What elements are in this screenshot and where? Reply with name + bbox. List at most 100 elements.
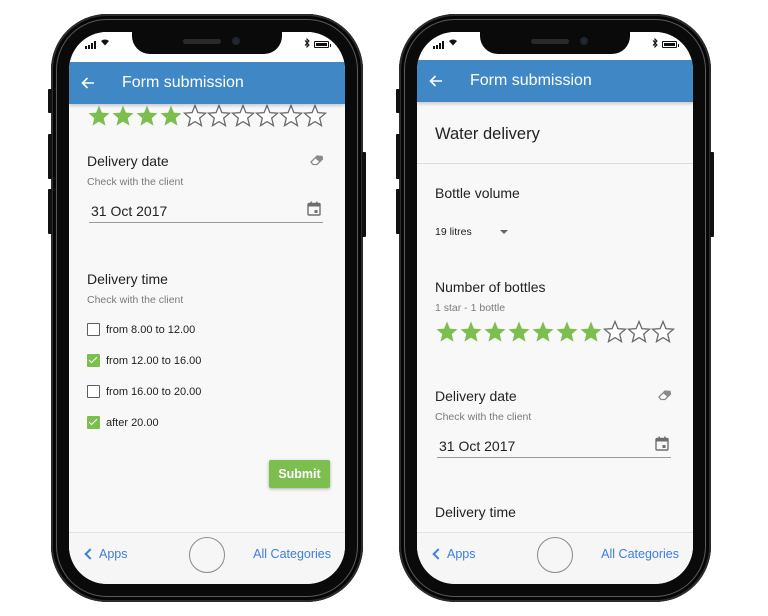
divider — [417, 163, 693, 164]
screen: Form submission Delivery date Check with… — [69, 32, 345, 584]
star-filled-icon[interactable] — [555, 320, 579, 344]
bottle-volume-title: Bottle volume — [435, 185, 520, 201]
home-button[interactable] — [537, 537, 573, 573]
bottom-bar: Apps All Categories — [69, 532, 345, 584]
app-bar-title: Form submission — [122, 74, 244, 91]
field-help: Check with the client — [87, 176, 184, 188]
checkbox-option[interactable]: from 12.00 to 16.00 — [87, 345, 327, 376]
star-empty-icon[interactable] — [651, 320, 675, 344]
app-bar: Form submission — [69, 62, 345, 104]
volume-down-button — [396, 189, 400, 234]
field-title: Delivery time — [435, 504, 516, 520]
star-empty-icon[interactable] — [207, 104, 231, 128]
all-categories-link[interactable]: All Categories — [601, 547, 679, 561]
chevron-left-icon — [84, 548, 96, 560]
camera — [232, 37, 240, 45]
bottom-bar: Apps All Categories — [417, 532, 693, 584]
wifi-icon — [448, 38, 458, 49]
volume-up-button — [48, 134, 52, 179]
speaker — [183, 39, 221, 44]
app-bar: Form submission — [417, 60, 693, 102]
field-title: Delivery date — [435, 388, 517, 404]
star-filled-icon[interactable] — [507, 320, 531, 344]
notch — [480, 32, 630, 54]
delivery-date-section: Delivery date Check with the client 31 O… — [435, 388, 675, 458]
bottles-rating-stars[interactable] — [435, 320, 675, 344]
star-empty-icon[interactable] — [627, 320, 651, 344]
checkbox-option[interactable]: after 20.00 — [87, 407, 327, 438]
checkbox[interactable] — [87, 323, 100, 336]
date-value: 31 Oct 2017 — [91, 203, 168, 219]
arrow-left-icon[interactable] — [429, 73, 451, 90]
wifi-icon — [100, 38, 110, 49]
mute-switch — [48, 89, 52, 113]
app-bar-title: Form submission — [470, 72, 592, 89]
checkbox[interactable] — [87, 354, 100, 367]
star-filled-icon[interactable] — [87, 104, 111, 128]
checkbox[interactable] — [87, 385, 100, 398]
dropdown-value: 19 litres — [435, 226, 472, 238]
notch — [132, 32, 282, 54]
bluetooth-icon — [652, 37, 658, 50]
star-filled-icon[interactable] — [483, 320, 507, 344]
checkbox-option[interactable]: from 8.00 to 12.00 — [87, 314, 327, 345]
star-empty-icon[interactable] — [303, 104, 327, 128]
checkbox-option[interactable]: from 16.00 to 20.00 — [87, 376, 327, 407]
screen: Form submission Water delivery Bottle vo… — [417, 32, 693, 584]
power-button — [710, 152, 714, 237]
delivery-date-input[interactable]: 31 Oct 2017 — [89, 201, 323, 223]
battery-icon — [314, 41, 331, 48]
phone-right: Form submission Water delivery Bottle vo… — [396, 14, 714, 602]
arrow-left-icon[interactable] — [81, 75, 103, 92]
star-empty-icon[interactable] — [183, 104, 207, 128]
checkbox-group: from 8.00 to 12.00 from 12.00 to 16.00 f… — [87, 314, 327, 438]
speaker — [531, 39, 569, 44]
signal-icon — [85, 41, 96, 49]
star-empty-icon[interactable] — [231, 104, 255, 128]
volume-up-button — [396, 134, 400, 179]
delivery-date-input[interactable]: 31 Oct 2017 — [437, 436, 671, 458]
bluetooth-icon — [304, 37, 310, 50]
battery-icon — [662, 41, 679, 48]
form-content: Water delivery Bottle volume 19 litres N… — [417, 102, 693, 532]
field-title: Delivery time — [87, 271, 168, 287]
all-categories-link[interactable]: All Categories — [253, 547, 331, 561]
star-filled-icon[interactable] — [459, 320, 483, 344]
apps-back-link[interactable]: Apps — [431, 547, 476, 561]
field-help: Check with the client — [435, 411, 532, 423]
submit-button[interactable]: Submit — [269, 460, 330, 488]
rating-stars[interactable] — [87, 104, 327, 128]
star-filled-icon[interactable] — [135, 104, 159, 128]
delivery-time-section: Delivery time — [435, 504, 516, 520]
eraser-icon[interactable] — [657, 388, 673, 401]
star-filled-icon[interactable] — [435, 320, 459, 344]
phone-left: Form submission Delivery date Check with… — [48, 14, 366, 602]
field-title: Delivery date — [87, 153, 169, 169]
field-help: 1 star - 1 bottle — [435, 302, 506, 314]
delivery-date-section: Delivery date Check with the client 31 O… — [87, 153, 327, 223]
form-title: Water delivery — [435, 125, 540, 143]
star-filled-icon[interactable] — [159, 104, 183, 128]
checkbox[interactable] — [87, 416, 100, 429]
eraser-icon[interactable] — [309, 153, 325, 166]
star-filled-icon[interactable] — [531, 320, 555, 344]
calendar-icon[interactable] — [307, 201, 321, 216]
field-help: Check with the client — [87, 294, 184, 306]
bottle-volume-dropdown[interactable]: 19 litres — [435, 226, 508, 238]
star-empty-icon[interactable] — [255, 104, 279, 128]
mute-switch — [396, 89, 400, 113]
field-title: Bottle volume — [435, 185, 520, 201]
delivery-time-section: Delivery time Check with the client from… — [87, 271, 327, 438]
home-button[interactable] — [189, 537, 225, 573]
star-filled-icon[interactable] — [579, 320, 603, 344]
field-title: Number of bottles — [435, 279, 546, 295]
calendar-icon[interactable] — [655, 436, 669, 451]
star-empty-icon[interactable] — [279, 104, 303, 128]
star-filled-icon[interactable] — [111, 104, 135, 128]
form-content: Delivery date Check with the client 31 O… — [69, 104, 345, 532]
apps-back-link[interactable]: Apps — [83, 547, 128, 561]
checkbox-label: from 12.00 to 16.00 — [106, 354, 202, 367]
apps-label: Apps — [99, 547, 128, 561]
caret-down-icon — [499, 230, 508, 234]
star-empty-icon[interactable] — [603, 320, 627, 344]
